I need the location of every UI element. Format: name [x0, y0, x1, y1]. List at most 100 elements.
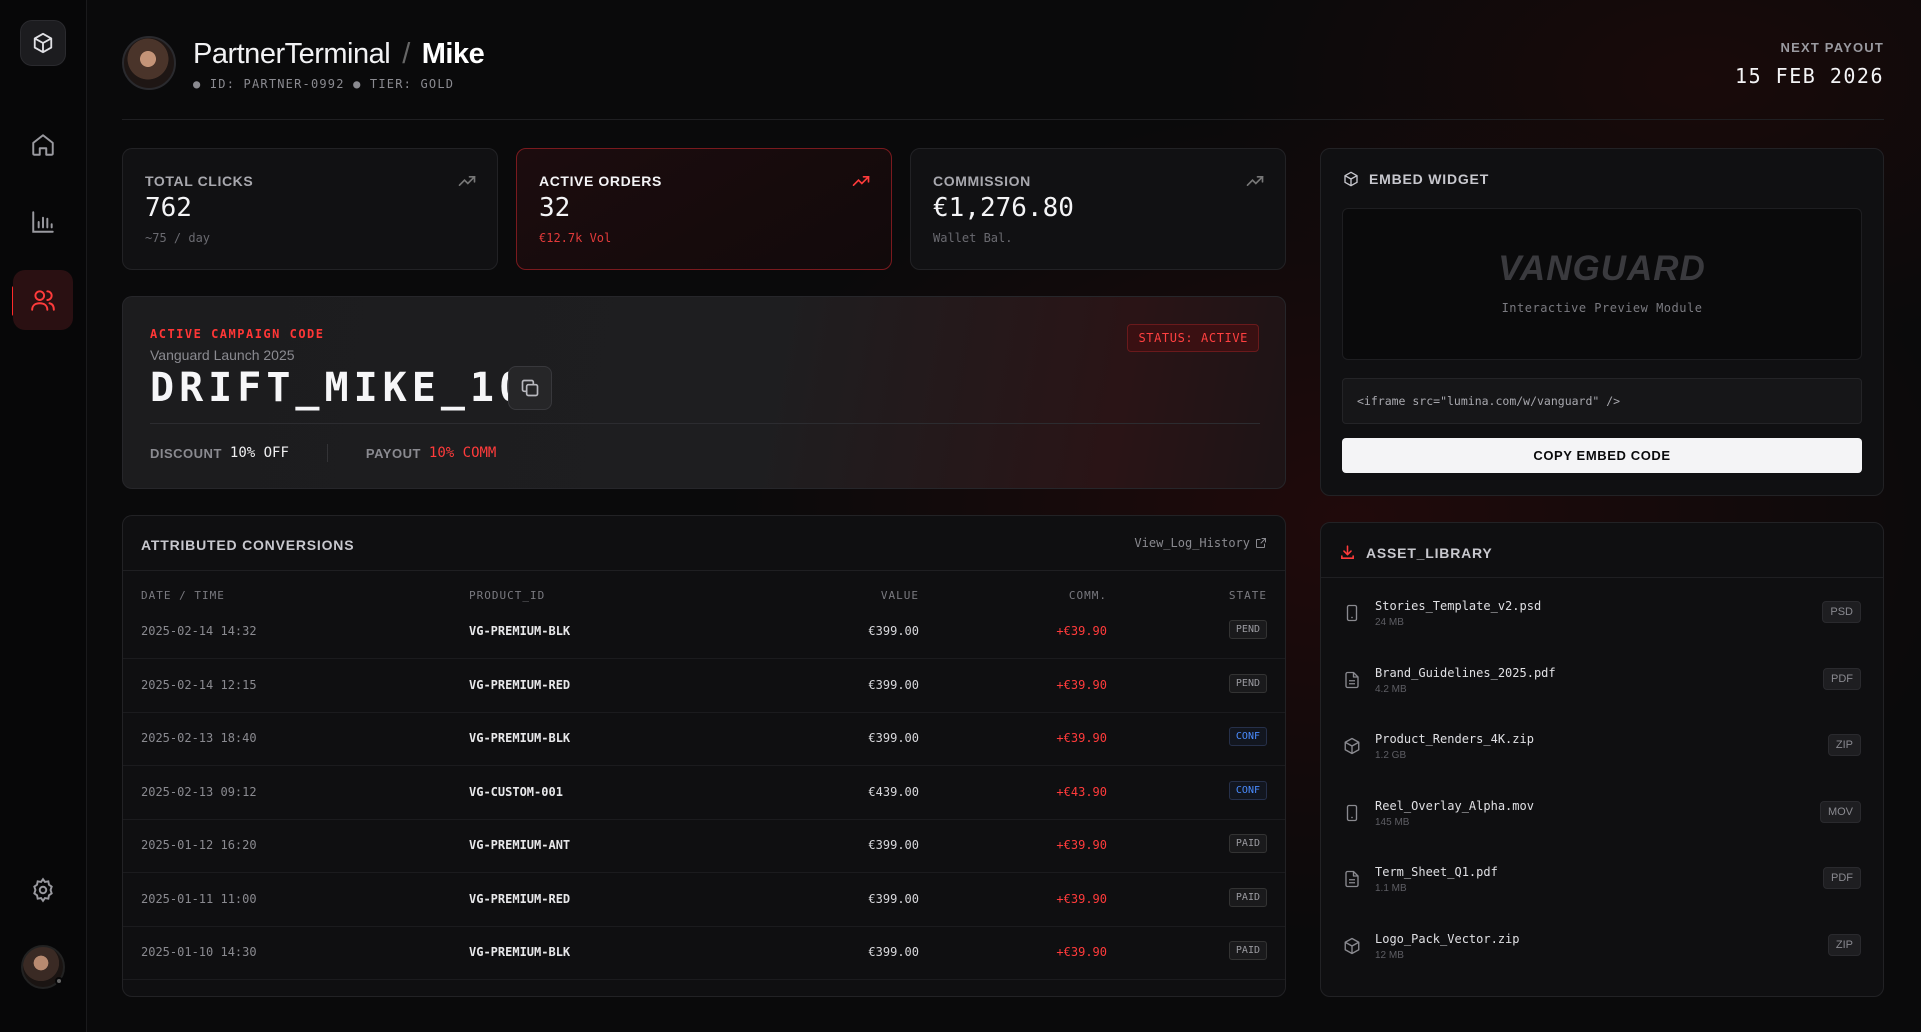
embed-code-field[interactable]: <iframe src="lumina.com/w/vanguard" />: [1342, 378, 1862, 424]
stat-sub: €12.7k Vol: [539, 231, 612, 245]
cell-product: VG-CUSTOM-001: [469, 784, 563, 799]
column-header: VALUE: [880, 589, 919, 602]
stat-label: ACTIVE ORDERS: [539, 173, 662, 189]
cell-commission: +€39.90: [1056, 838, 1107, 852]
column-header: DATE / TIME: [141, 589, 225, 602]
campaign-divider: [150, 423, 1260, 424]
cell-value: €399.00: [868, 838, 919, 852]
asset-name: Logo_Pack_Vector.zip: [1375, 931, 1520, 946]
table-row[interactable]: 2025-02-13 09:12 VG-CUSTOM-001 €439.00 +€43…: [123, 767, 1285, 820]
asset-size: 1.1 MB: [1375, 883, 1407, 894]
campaign-meta: DISCOUNT 10% OFF PAYOUT 10% COMM: [150, 444, 496, 462]
asset-type-badge: PDF: [1823, 867, 1861, 889]
page-title: PartnerTerminal / Mike: [193, 38, 485, 71]
table-row[interactable]: 2025-02-14 14:32 VG-PREMIUM-BLK €399.00 +€3…: [123, 606, 1285, 659]
cell-value: €399.00: [868, 624, 919, 638]
cell-date: 2025-01-10 14:30: [141, 945, 257, 959]
copy-embed-code-button[interactable]: COPY EMBED CODE: [1342, 438, 1862, 473]
home-icon[interactable]: [13, 115, 73, 175]
bar-chart-icon[interactable]: [13, 192, 73, 252]
table-row[interactable]: 2025-02-13 18:40 VG-PREMIUM-BLK €399.00 +€3…: [123, 713, 1285, 766]
copy-code-button[interactable]: [508, 366, 552, 410]
table-row[interactable]: 2025-01-11 11:00 VG-PREMIUM-RED €399.00 +€3…: [123, 874, 1285, 927]
package-icon: [1344, 737, 1360, 755]
asset-item[interactable]: Logo_Pack_Vector.zip 12 MB ZIP: [1321, 924, 1883, 990]
asset-item[interactable]: Stories_Template_v2.psd 24 MB PSD: [1321, 591, 1883, 657]
asset-item[interactable]: Product_Renders_4K.zip 1.2 GB ZIP: [1321, 724, 1883, 790]
preview-brand: VANGUARD: [1498, 249, 1706, 288]
document-icon: [1345, 671, 1359, 688]
cell-product: VG-PREMIUM-BLK: [469, 731, 571, 745]
cell-value: €399.00: [868, 731, 919, 745]
table-row[interactable]: 2025-02-14 12:15 VG-PREMIUM-RED €399.00 +€3…: [123, 660, 1285, 713]
campaign-code: DRIFT_MIKE_10: [150, 365, 529, 411]
discount-value: 10% OFF: [229, 445, 289, 461]
asset-name: Stories_Template_v2.psd: [1375, 599, 1542, 613]
cell-product: VG-PREMIUM-RED: [469, 677, 571, 692]
preview-subtitle: Interactive Preview Module: [1501, 301, 1703, 315]
cell-value: €399.00: [868, 891, 919, 906]
cell-commission: +€39.90: [1056, 677, 1107, 692]
asset-item[interactable]: Brand_Guidelines_2025.pdf 4.2 MB PDF: [1321, 658, 1883, 724]
view-log-history-link[interactable]: View_Log_History: [1134, 536, 1267, 550]
cell-commission: +€43.90: [1056, 784, 1107, 799]
cell-product: VG-PREMIUM-RED: [469, 891, 571, 906]
partner-id-tier: ● ID: PARTNER-0992 ● TIER: GOLD: [193, 77, 455, 91]
asset-size: 12 MB: [1375, 949, 1404, 961]
table-row[interactable]: 2025-01-12 16:20 VG-PREMIUM-ANT €399.00 +€3…: [123, 820, 1285, 873]
logo-cube-icon[interactable]: [20, 20, 66, 66]
cell-date: 2025-02-14 14:32: [141, 624, 257, 638]
state-badge: PEND: [1228, 620, 1267, 639]
campaign-name: Vanguard Launch 2025: [150, 347, 295, 363]
external-link-icon: [1256, 538, 1266, 548]
embed-title-label: EMBED WIDGET: [1369, 171, 1490, 187]
state-badge: PAID: [1228, 887, 1267, 907]
asset-type-badge: ZIP: [1827, 933, 1861, 956]
meta-separator: [326, 444, 328, 462]
history-link-label: View_Log_History: [1134, 536, 1250, 550]
gear-icon[interactable]: [13, 860, 73, 920]
asset-header-divider: [1321, 577, 1883, 578]
user-name: Mike: [421, 38, 485, 70]
asset-type-badge: MOV: [1819, 800, 1861, 823]
cell-product: VG-PREMIUM-ANT: [469, 838, 571, 852]
document-icon: [1345, 870, 1359, 888]
asset-library-label: ASSET_LIBRARY: [1366, 544, 1493, 561]
cell-product: VG-PREMIUM-BLK: [469, 624, 571, 638]
stat-label: TOTAL CLICKS: [145, 173, 254, 189]
asset-size: 24 MB: [1375, 617, 1404, 628]
phone-icon: [1346, 604, 1358, 622]
column-header: COMM.: [1068, 589, 1107, 602]
state-badge: PEND: [1228, 673, 1267, 693]
cell-date: 2025-02-13 18:40: [141, 731, 257, 745]
asset-size: 145 MB: [1375, 816, 1410, 828]
trending-up-icon: [852, 176, 870, 186]
stat-sub: Wallet Bal.: [933, 231, 1013, 245]
embed-widget-panel: EMBED WIDGET VANGUARD Interactive Previe…: [1320, 148, 1884, 496]
conversions-title: ATTRIBUTED CONVERSIONS: [141, 537, 355, 553]
cell-commission: +€39.90: [1056, 945, 1107, 959]
trending-up-icon: [458, 176, 476, 186]
column-header: STATE: [1228, 589, 1267, 602]
cell-product: VG-PREMIUM-BLK: [469, 945, 571, 959]
asset-library-panel: ASSET_LIBRARY Stories_Template_v2.psd 24 …: [1320, 522, 1884, 997]
cell-commission: +€39.90: [1056, 731, 1107, 745]
table-header-divider: [123, 570, 1285, 571]
widget-preview[interactable]: VANGUARD Interactive Preview Module: [1342, 208, 1862, 360]
package-icon: [1344, 937, 1360, 954]
asset-library-title: ASSET_LIBRARY: [1339, 544, 1493, 561]
asset-name: Term_Sheet_Q1.pdf: [1375, 865, 1498, 879]
header-divider: [122, 119, 1884, 120]
asset-item[interactable]: Term_Sheet_Q1.pdf 1.1 MB PDF: [1321, 857, 1883, 923]
table-row[interactable]: 2025-01-10 14:30 VG-PREMIUM-BLK €399.00 +€3…: [123, 927, 1285, 980]
users-icon[interactable]: [13, 270, 73, 330]
campaign-card: ACTIVE CAMPAIGN CODE Vanguard Launch 202…: [122, 296, 1286, 489]
copy-icon: [521, 379, 539, 397]
asset-item[interactable]: Reel_Overlay_Alpha.mov 145 MB MOV: [1321, 791, 1883, 857]
asset-name: Product_Renders_4K.zip: [1375, 732, 1534, 746]
asset-type-badge: PSD: [1822, 601, 1861, 623]
phone-icon: [1346, 804, 1358, 821]
campaign-label: ACTIVE CAMPAIGN CODE: [150, 327, 325, 341]
stat-sub: ~75 / day: [145, 231, 211, 245]
asset-size: 4.2 MB: [1375, 683, 1407, 695]
